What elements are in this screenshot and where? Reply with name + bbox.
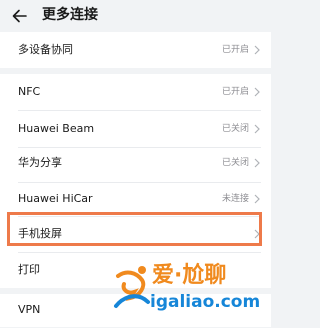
card-multi-device: 多设备协同 已开启 xyxy=(0,32,271,68)
back-arrow-icon xyxy=(12,9,27,23)
row-label: Huawei Beam xyxy=(18,122,95,135)
chevron-right-icon xyxy=(254,194,260,204)
row-label: NFC xyxy=(18,85,41,98)
row-label: 华为分享 xyxy=(18,156,62,169)
row-vpn[interactable]: VPN xyxy=(0,292,271,328)
row-nfc[interactable]: NFC 已开启 xyxy=(0,74,271,110)
row-status: 已关闭 xyxy=(221,158,249,168)
row-label: 打印 xyxy=(18,263,40,276)
chevron-right-icon xyxy=(254,45,260,55)
chevron-right-icon xyxy=(254,124,260,134)
chevron-right-icon xyxy=(254,229,260,239)
row-huawei-share[interactable]: 华为分享 已关闭 xyxy=(0,145,271,181)
row-status: 已开启 xyxy=(221,45,249,55)
row-status: 已关闭 xyxy=(221,124,249,134)
row-label: VPN xyxy=(18,303,41,316)
page-title: 更多连接 xyxy=(42,7,98,23)
row-huawei-beam[interactable]: Huawei Beam 已关闭 xyxy=(0,111,271,147)
top-bar: 更多连接 xyxy=(0,0,271,32)
row-status: 未连接 xyxy=(221,194,249,204)
card-vpn: VPN xyxy=(0,294,271,327)
card-connections: NFC 已开启 Huawei Beam 已关闭 华为分享 已关闭 Huawei … xyxy=(0,74,271,288)
back-button[interactable] xyxy=(8,4,32,28)
row-label: 多设备协同 xyxy=(18,43,73,56)
row-label: 手机投屏 xyxy=(18,227,62,240)
row-multi-device[interactable]: 多设备协同 已开启 xyxy=(0,32,271,68)
chevron-right-icon xyxy=(254,87,260,97)
row-status: 已开启 xyxy=(221,87,249,97)
row-screen-projection[interactable]: 手机投屏 xyxy=(0,216,271,252)
row-label: Huawei HiCar xyxy=(18,192,93,205)
row-print[interactable]: 打印 xyxy=(0,252,271,288)
row-huawei-hicar[interactable]: Huawei HiCar 未连接 xyxy=(0,181,271,217)
chevron-right-icon xyxy=(254,158,260,168)
